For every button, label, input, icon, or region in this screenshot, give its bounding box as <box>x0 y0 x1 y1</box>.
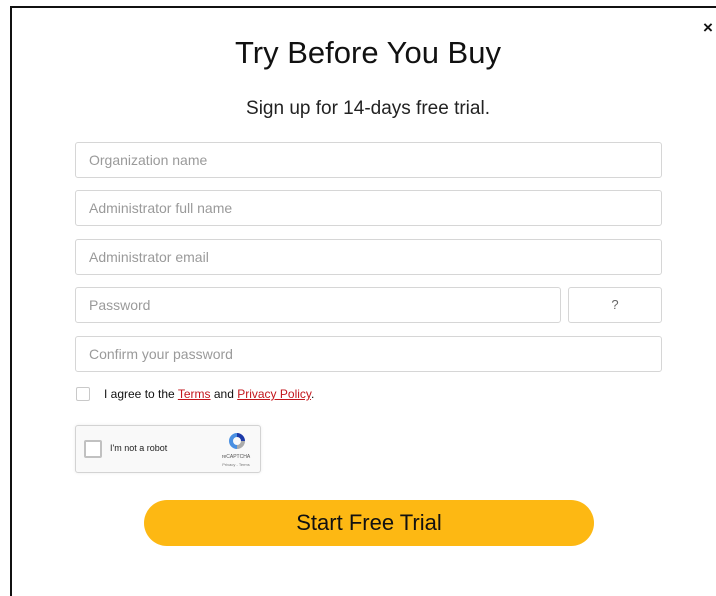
agree-terms-text: I agree to the Terms and Privacy Policy. <box>104 387 314 401</box>
agree-terms-row: I agree to the Terms and Privacy Policy. <box>76 385 314 403</box>
recaptcha-icon <box>229 433 245 449</box>
confirm-password-input[interactable] <box>75 336 662 372</box>
agree-terms-checkbox[interactable] <box>76 387 90 401</box>
start-free-trial-button[interactable]: Start Free Trial <box>144 500 594 546</box>
close-icon[interactable]: × <box>703 19 716 36</box>
agree-and: and <box>210 387 238 401</box>
recaptcha-checkbox[interactable] <box>84 440 102 458</box>
terms-link[interactable]: Terms <box>178 387 211 401</box>
recaptcha-widget: I'm not a robot reCAPTCHA Privacy - Term… <box>75 425 261 473</box>
agree-prefix: I agree to the <box>104 387 178 401</box>
agree-suffix: . <box>311 387 315 401</box>
recaptcha-label: I'm not a robot <box>110 443 168 453</box>
administrator-email-input[interactable] <box>75 239 662 275</box>
modal-title: Try Before You Buy <box>235 35 501 70</box>
password-input[interactable] <box>75 287 561 323</box>
recaptcha-brand: reCAPTCHA <box>221 454 251 460</box>
password-hint-button[interactable]: ? <box>568 287 662 323</box>
administrator-name-input[interactable] <box>75 190 662 226</box>
organization-name-input[interactable] <box>75 142 662 178</box>
recaptcha-links[interactable]: Privacy - Terms <box>213 462 259 467</box>
modal-subtitle: Sign up for 14-days free trial. <box>246 98 490 119</box>
privacy-policy-link[interactable]: Privacy Policy <box>237 387 311 401</box>
